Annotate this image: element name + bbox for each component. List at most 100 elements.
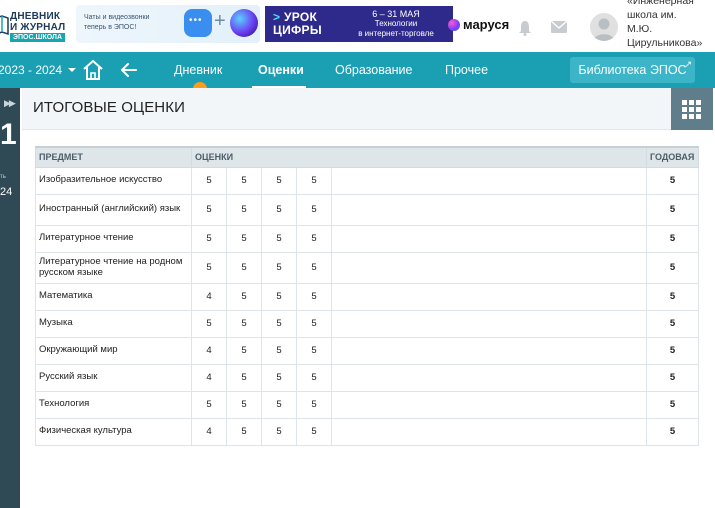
school-name[interactable]: «Инженерная школа им. М.Ю. Цирульникова» [627,0,715,50]
epos-logo[interactable]: ДНЕВНИК И ЖУРНАЛ ЭПОС.ШКОЛА [0,8,70,44]
grade-cell[interactable]: 5 [296,363,332,392]
grade-cell[interactable]: 5 [261,390,297,419]
urok-subtitle-line2: в интернет-торговле [358,29,434,38]
empty-grade-cell [330,282,648,311]
grade-cell[interactable]: 4 [191,417,227,446]
home-icon[interactable] [82,59,104,81]
year-grade-cell: 5 [646,309,700,338]
table-row[interactable]: Математика 4 5 5 5 5 [35,282,700,311]
header-subject: ПРЕДМЕТ [35,146,192,168]
main-content: ИТОГОВЫЕ ОЦЕНКИ ПРЕДМЕТ ОЦЕНКИ ГОДОВАЯ И… [20,88,715,508]
back-arrow-icon[interactable] [119,60,139,80]
grade-cell[interactable]: 5 [226,309,262,338]
tab-diary[interactable]: Дневник [174,63,222,77]
table-row[interactable]: Изобразительное искусство 5 5 5 5 5 [35,166,700,195]
subject-cell: Музыка [35,309,192,338]
school-line: «Инженерная [627,0,694,7]
grade-cell[interactable]: 5 [296,166,332,195]
subject-cell: Математика [35,282,192,311]
grade-cell[interactable]: 5 [191,193,227,226]
grade-cell[interactable]: 5 [226,417,262,446]
grade-cell[interactable]: 5 [261,166,297,195]
grade-cell[interactable]: 5 [296,224,332,253]
apps-grid-button[interactable] [671,88,713,130]
grade-cell[interactable]: 5 [226,336,262,365]
grades-table: ПРЕДМЕТ ОЦЕНКИ ГОДОВАЯ Изобразительное и… [35,146,700,446]
urok-subtitle-line1: Технологии [374,19,418,28]
header-year: ГОДОВАЯ [646,146,700,168]
bell-icon[interactable] [518,20,532,36]
tab-education[interactable]: Образование [335,63,412,77]
table-row[interactable]: Литературное чтение на родном русском яз… [35,251,700,284]
grade-cell[interactable]: 4 [191,363,227,392]
table-row[interactable]: Литературное чтение 5 5 5 5 5 [35,224,700,253]
grade-cell[interactable]: 5 [261,363,297,392]
grade-cell[interactable]: 5 [191,166,227,195]
urok-title-line2: ЦИФРЫ [273,23,322,37]
urok-title: > УРОК ЦИФРЫ [273,11,322,37]
urok-subtitle: 6 – 31 МАЯ Технологии в интернет-торговл… [343,9,449,39]
library-button[interactable]: Библиотека ЭПОС ↗ [570,57,695,83]
grade-cell[interactable]: 5 [296,309,332,338]
year-grade-cell: 5 [646,336,700,365]
grade-cell[interactable]: 5 [191,251,227,284]
grade-cell[interactable]: 5 [226,166,262,195]
grade-cell[interactable]: 5 [296,390,332,419]
grade-cell[interactable]: 5 [226,193,262,226]
header-grades: ОЦЕНКИ [190,146,648,168]
year-selector[interactable]: 2023 - 2024 [0,63,77,77]
tab-other[interactable]: Прочее [445,63,488,77]
promo-banner-chat[interactable]: Чаты и видеозвонки теперь в ЭПОС! + [76,5,260,43]
grade-cell[interactable]: 5 [191,390,227,419]
grade-cell[interactable]: 5 [226,390,262,419]
user-icon [593,18,615,41]
grade-cell[interactable]: 5 [261,224,297,253]
grade-cell[interactable]: 5 [296,251,332,284]
logo-badge: ЭПОС.ШКОЛА [10,33,65,42]
plus-icon: + [214,10,226,32]
grade-cell[interactable]: 4 [191,282,227,311]
table-row[interactable]: Иностранный (английский) язык 5 5 5 5 5 [35,193,700,226]
grade-cell[interactable]: 5 [261,309,297,338]
empty-grade-cell [330,417,648,446]
year-grade-cell: 5 [646,363,700,392]
fast-forward-icon[interactable]: ▶▶ [4,98,16,109]
table-row[interactable]: Окружающий мир 4 5 5 5 5 [35,336,700,365]
grade-cell[interactable]: 5 [261,282,297,311]
grade-cell[interactable]: 5 [296,417,332,446]
promo-banner-urok-cifry[interactable]: > УРОК ЦИФРЫ 6 – 31 МАЯ Технологии в инт… [265,6,453,42]
grade-cell[interactable]: 5 [261,336,297,365]
empty-grade-cell [330,309,648,338]
year-grade-cell: 5 [646,224,700,253]
subject-cell: Иностранный (английский) язык [35,193,192,226]
table-row[interactable]: Физическая культура 4 5 5 5 5 [35,417,700,446]
grade-cell[interactable]: 5 [226,251,262,284]
tab-grades[interactable]: Оценки [258,63,304,77]
mail-icon[interactable] [551,21,567,33]
empty-grade-cell [330,390,648,419]
external-link-icon: ↗ [684,59,692,69]
grade-cell[interactable]: 5 [296,193,332,226]
marusya-label: маруся [463,17,510,32]
table-row[interactable]: Технология 5 5 5 5 5 [35,390,700,419]
grade-cell[interactable]: 4 [191,336,227,365]
grade-cell[interactable]: 5 [191,224,227,253]
chevron-down-icon [68,68,77,72]
empty-grade-cell [330,336,648,365]
grade-cell[interactable]: 5 [226,224,262,253]
avatar[interactable] [590,13,618,41]
promo-chat-text: Чаты и видеозвонки теперь в ЭПОС! [84,14,150,31]
grade-cell[interactable]: 5 [296,282,332,311]
table-row[interactable]: Русский язык 4 5 5 5 5 [35,363,700,392]
grade-cell[interactable]: 5 [226,282,262,311]
table-row[interactable]: Музыка 5 5 5 5 5 [35,309,700,338]
grade-cell[interactable]: 5 [261,251,297,284]
grade-cell[interactable]: 5 [226,363,262,392]
urok-dates: 6 – 31 МАЯ [372,9,420,19]
grades-body: Изобразительное искусство 5 5 5 5 5 Иностранны… [35,166,700,446]
grade-cell[interactable]: 5 [261,193,297,226]
grade-cell[interactable]: 5 [296,336,332,365]
grade-cell[interactable]: 5 [191,309,227,338]
grade-cell[interactable]: 5 [261,417,297,446]
empty-grade-cell [330,166,648,195]
